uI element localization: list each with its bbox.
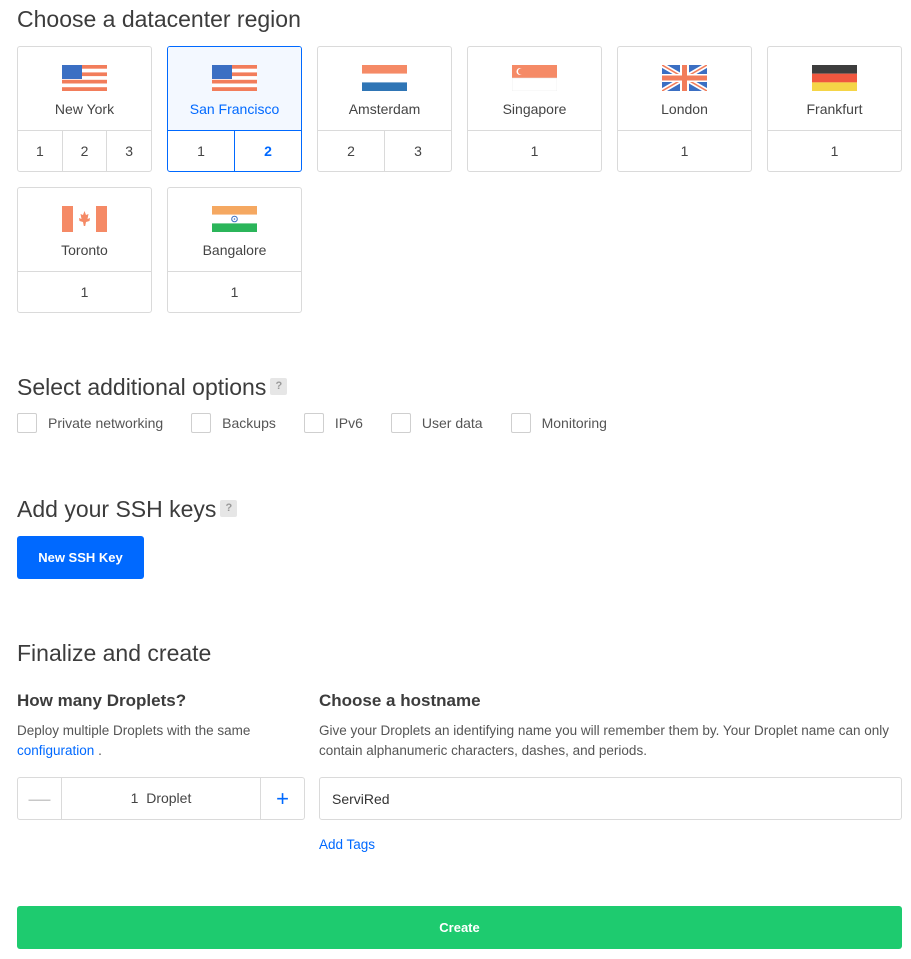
option-label: User data [421, 415, 483, 431]
help-icon[interactable]: ? [220, 500, 238, 518]
region-card-bangalore[interactable]: Bangalore 1 [167, 187, 302, 313]
region-card-san-francisco[interactable]: San Francisco 1 2 [167, 46, 302, 172]
region-name: San Francisco [189, 101, 280, 117]
region-card-header[interactable]: Toronto [18, 188, 151, 272]
sg-flag-icon [512, 65, 557, 91]
decrement-button[interactable]: — [18, 778, 62, 819]
droplet-count: 1 Droplet [130, 790, 192, 806]
region-card-amsterdam[interactable]: Amsterdam 2 3 [317, 46, 452, 172]
checkbox[interactable] [303, 413, 324, 433]
region-name: New York [54, 101, 115, 117]
ssh-title: Add your SSH keys? [17, 496, 238, 523]
option-label: Monitoring [541, 415, 607, 431]
region-card-london[interactable]: London 1 [617, 46, 752, 172]
region-card-singapore[interactable]: Singapore 1 [467, 46, 602, 172]
ca-flag-icon [62, 206, 107, 232]
us-flag-icon [62, 65, 107, 91]
datacenter-numbers: 1 [468, 131, 601, 171]
datacenter-number-option[interactable]: 3 [384, 131, 451, 171]
datacenter-number-option[interactable]: 1 [768, 131, 901, 171]
configuration-link[interactable]: configuration [17, 743, 94, 758]
option-ipv6[interactable]: IPv6 [303, 413, 363, 433]
region-name: London [661, 101, 708, 117]
datacenter-number-option[interactable]: 1 [168, 131, 234, 171]
hostname-input[interactable] [319, 777, 902, 820]
region-card-frankfurt[interactable]: Frankfurt 1 [767, 46, 902, 172]
hostname-description: Give your Droplets an identifying name y… [319, 723, 890, 758]
option-private-networking[interactable]: Private networking [17, 413, 163, 433]
hostname-title: Choose a hostname [319, 691, 481, 710]
region-card-header[interactable]: London [618, 47, 751, 131]
datacenter-number-option[interactable]: 1 [18, 131, 62, 171]
in-flag-icon [212, 206, 257, 232]
option-label: IPv6 [334, 415, 363, 431]
datacenter-number-option[interactable]: 2 [61, 131, 107, 171]
droplet-quantity-stepper: — 1 Droplet + [17, 777, 305, 820]
checkbox[interactable] [191, 413, 212, 433]
additional-options: Private networking Backups IPv6 User data Mo… [17, 413, 635, 433]
region-card-new-york[interactable]: New York 1 2 3 [17, 46, 152, 172]
datacenter-numbers: 12 [168, 131, 301, 171]
region-card-header[interactable]: New York [18, 47, 151, 131]
option-label: Backups [222, 415, 276, 431]
option-user-data[interactable]: User data [390, 413, 483, 433]
region-card-header[interactable]: Bangalore [168, 188, 301, 272]
droplets-title: How many Droplets? [17, 691, 187, 710]
option-monitoring[interactable]: Monitoring [510, 413, 607, 433]
option-backups[interactable]: Backups [191, 413, 276, 433]
option-label: Private networking [48, 415, 164, 431]
region-name: Amsterdam [348, 101, 421, 117]
finalize-title: Finalize and create [17, 640, 212, 666]
increment-button[interactable]: + [260, 778, 304, 819]
datacenter-number-option[interactable]: 1 [468, 131, 601, 171]
region-name: Toronto [61, 242, 108, 258]
region-card-toronto[interactable]: Toronto 1 [17, 187, 152, 313]
datacenter-number-option[interactable]: 3 [106, 131, 151, 171]
add-tags-link[interactable]: Add Tags [319, 835, 375, 855]
nl-flag-icon [362, 65, 407, 91]
new-ssh-key-button[interactable]: New SSH Key [17, 536, 144, 579]
uk-flag-icon [662, 65, 707, 91]
us-flag-icon [212, 65, 257, 91]
region-name: Frankfurt [806, 101, 863, 117]
datacenter-number-option[interactable]: 2 [234, 131, 301, 171]
datacenter-number-option[interactable]: 2 [318, 131, 384, 171]
datacenter-numbers: 1 [18, 272, 151, 312]
create-button[interactable]: Create [17, 906, 902, 949]
datacenter-number-option[interactable]: 1 [18, 272, 151, 312]
datacenter-numbers: 1 [768, 131, 901, 171]
help-icon[interactable]: ? [270, 378, 288, 396]
region-name: Bangalore [202, 242, 267, 258]
droplets-description: Deploy multiple Droplets with the same c… [17, 723, 251, 758]
region-name: Singapore [502, 101, 567, 117]
datacenter-numbers: 1 [618, 131, 751, 171]
region-title: Choose a datacenter region [17, 6, 301, 32]
checkbox[interactable] [510, 413, 531, 433]
region-card-header[interactable]: Frankfurt [768, 47, 901, 131]
checkbox[interactable] [390, 413, 411, 433]
options-title: Select additional options? [17, 374, 288, 401]
datacenter-number-option[interactable]: 1 [168, 272, 301, 312]
datacenter-numbers: 123 [18, 131, 151, 171]
region-card-header[interactable]: San Francisco [168, 47, 301, 131]
de-flag-icon [812, 65, 857, 91]
datacenter-numbers: 1 [168, 272, 301, 312]
datacenter-numbers: 23 [318, 131, 451, 171]
region-card-header[interactable]: Singapore [468, 47, 601, 131]
region-card-header[interactable]: Amsterdam [318, 47, 451, 131]
checkbox[interactable] [17, 413, 37, 433]
datacenter-number-option[interactable]: 1 [618, 131, 751, 171]
